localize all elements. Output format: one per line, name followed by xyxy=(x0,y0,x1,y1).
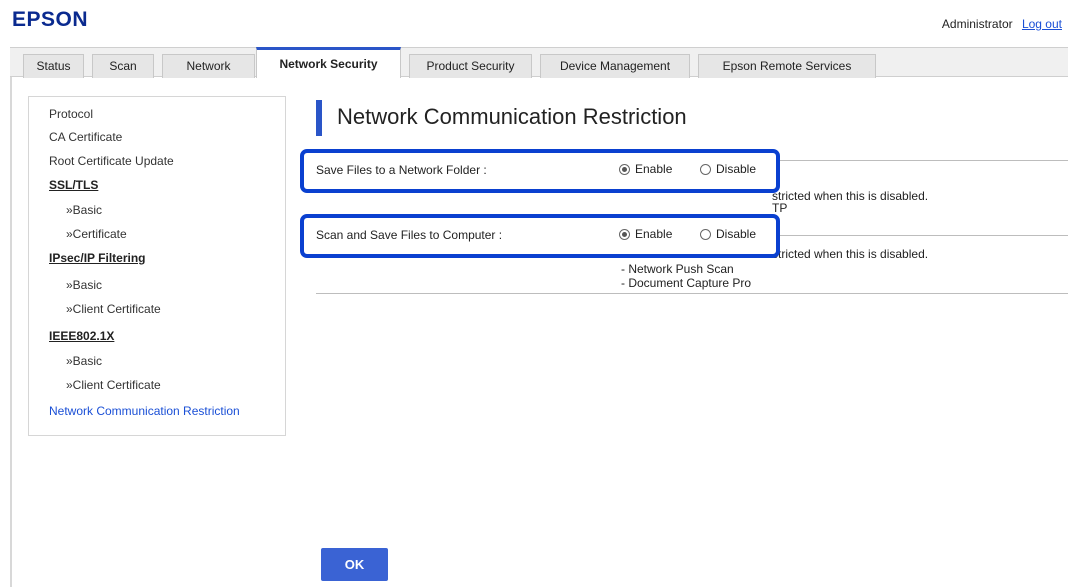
left-border xyxy=(10,77,12,587)
radio-selected-icon xyxy=(619,228,630,240)
disable-radio[interactable]: Disable xyxy=(700,227,756,241)
radio-selected-icon xyxy=(619,163,630,175)
sidebar-item-ieee-basic[interactable]: »Basic xyxy=(66,354,102,368)
tab-status[interactable]: Status xyxy=(23,54,84,78)
sidebar: Protocol CA Certificate Root Certificate… xyxy=(28,96,286,436)
sidebar-item-ssl-basic[interactable]: »Basic xyxy=(66,203,102,217)
user-bar: Administrator Log out xyxy=(942,17,1062,31)
sidebar-item-ipsec-client-certificate[interactable]: »Client Certificate xyxy=(66,302,161,316)
sidebar-item-network-communication-restriction[interactable]: Network Communication Restriction xyxy=(49,404,240,418)
radio-label: Enable xyxy=(635,227,673,241)
section-divider xyxy=(316,293,1068,294)
setting-2-list-item: - Network Push Scan xyxy=(621,262,734,276)
radio-empty-icon xyxy=(700,163,711,175)
radio-label: Disable xyxy=(716,162,757,176)
sidebar-group-ipsec-ip-filtering[interactable]: IPsec/IP Filtering xyxy=(49,251,145,265)
setting-2-list-item: - Document Capture Pro xyxy=(621,276,752,290)
title-accent-bar xyxy=(316,100,322,136)
setting-1-note: stricted when this is disabled. xyxy=(772,189,929,203)
setting-label: Scan and Save Files to Computer : xyxy=(316,228,503,242)
tab-scan[interactable]: Scan xyxy=(92,54,154,78)
sidebar-group-ssl-tls[interactable]: SSL/TLS xyxy=(49,178,98,192)
setting-2-note: stricted when this is disabled. xyxy=(772,247,929,261)
ok-button[interactable]: OK xyxy=(321,548,388,581)
tab-bar: Status Scan Network Network Security Pro… xyxy=(10,47,1068,78)
setting-row-scan-save-to-computer: Scan and Save Files to Computer : Enable… xyxy=(300,214,780,258)
tab-network-security[interactable]: Network Security xyxy=(256,47,401,78)
epson-logo: EPSON xyxy=(12,8,89,31)
page-title: Network Communication Restriction xyxy=(337,104,687,129)
sidebar-item-protocol[interactable]: Protocol xyxy=(49,107,93,121)
tab-device-management[interactable]: Device Management xyxy=(540,54,690,78)
enable-radio[interactable]: Enable xyxy=(619,227,672,241)
tab-network[interactable]: Network xyxy=(162,54,255,78)
sidebar-item-ca-certificate[interactable]: CA Certificate xyxy=(49,130,122,144)
tab-product-security[interactable]: Product Security xyxy=(409,54,532,78)
setting-label: Save Files to a Network Folder : xyxy=(316,163,487,177)
radio-empty-icon xyxy=(700,228,711,240)
tab-epson-remote-services[interactable]: Epson Remote Services xyxy=(698,54,876,78)
logout-link[interactable]: Log out xyxy=(1022,17,1062,31)
radio-label: Disable xyxy=(716,227,757,241)
sidebar-group-ieee8021x[interactable]: IEEE802.1X xyxy=(49,329,114,343)
setting-1-note-cont: TP xyxy=(772,201,788,215)
sidebar-item-ieee-client-certificate[interactable]: »Client Certificate xyxy=(66,378,161,392)
setting-row-save-to-network-folder: Save Files to a Network Folder : Enable … xyxy=(300,149,780,193)
sidebar-item-root-certificate-update[interactable]: Root Certificate Update xyxy=(49,154,174,168)
sidebar-item-ssl-certificate[interactable]: »Certificate xyxy=(66,227,127,241)
sidebar-item-ipsec-basic[interactable]: »Basic xyxy=(66,278,102,292)
radio-label: Enable xyxy=(635,162,673,176)
enable-radio[interactable]: Enable xyxy=(619,162,672,176)
disable-radio[interactable]: Disable xyxy=(700,162,756,176)
user-name: Administrator xyxy=(941,17,1013,31)
